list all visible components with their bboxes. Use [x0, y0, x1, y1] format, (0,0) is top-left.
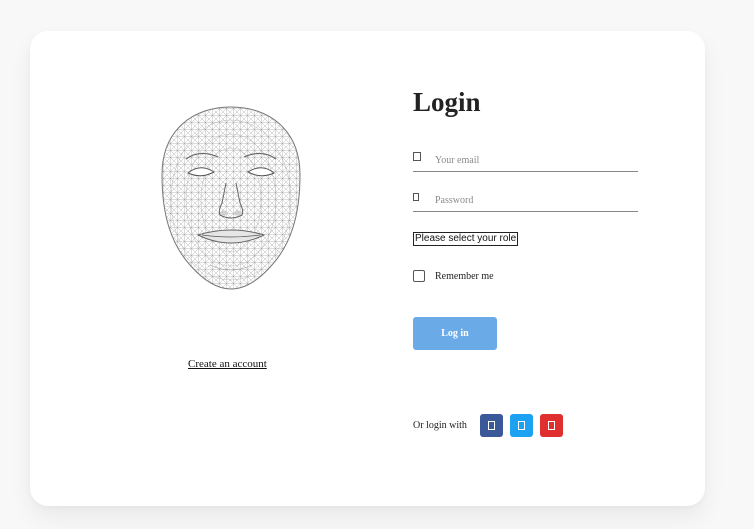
remember-checkbox[interactable]	[413, 270, 425, 282]
create-account-link[interactable]: Create an account	[188, 358, 267, 370]
lock-icon	[413, 193, 419, 201]
password-field	[413, 191, 638, 212]
face-mesh-image	[160, 105, 302, 291]
user-icon	[413, 152, 421, 161]
facebook-icon	[488, 421, 495, 431]
remember-label: Remember me	[435, 271, 494, 282]
email-input[interactable]	[435, 151, 635, 169]
email-field	[413, 151, 638, 172]
login-card: Create an account Login Please select yo…	[30, 31, 705, 506]
twitter-icon	[518, 421, 525, 431]
page-title: Login	[413, 87, 481, 117]
google-login-button[interactable]	[540, 414, 563, 437]
role-select[interactable]: Please select your role	[413, 232, 519, 246]
password-input[interactable]	[435, 191, 635, 209]
google-icon	[548, 421, 555, 431]
login-button[interactable]: Log in	[413, 317, 497, 350]
facebook-login-button[interactable]	[480, 414, 503, 437]
twitter-login-button[interactable]	[510, 414, 533, 437]
or-login-with-label: Or login with	[413, 420, 467, 431]
